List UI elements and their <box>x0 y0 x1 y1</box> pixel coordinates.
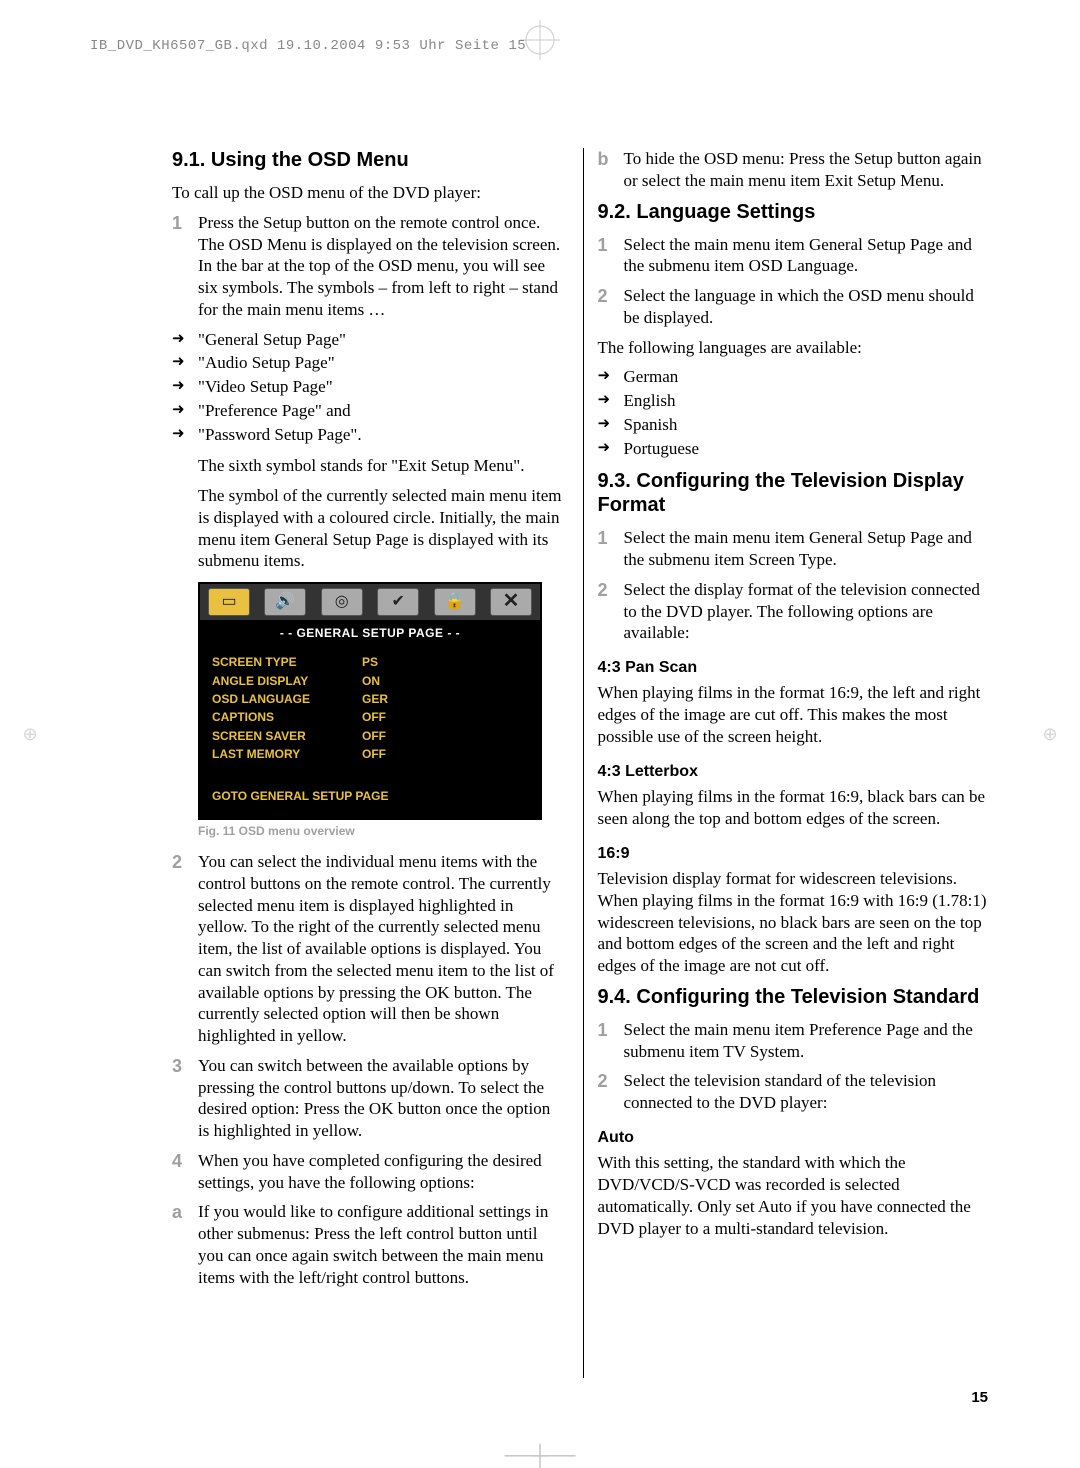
tv-step-2: 2 Select the display format of the telev… <box>598 579 991 644</box>
lang-step-2: 2 Select the language in which the OSD m… <box>598 285 991 329</box>
figure-caption: Fig. 11 OSD menu overview <box>198 824 565 839</box>
letterbox-text: When playing films in the format 16:9, b… <box>598 786 991 830</box>
tv-step-1: 1 Select the main menu item General Setu… <box>598 527 991 571</box>
heading-letterbox: 4:3 Letterbox <box>598 762 991 782</box>
osd-row: SCREEN TYPEPS <box>212 655 528 670</box>
audio-setup-icon: 🔊 <box>264 588 306 616</box>
osd-row: SCREEN SAVEROFF <box>212 729 528 744</box>
step-number: a <box>172 1201 198 1288</box>
arrow-icon: ➜ <box>598 366 624 388</box>
osd-row: LAST MEMORYOFF <box>212 747 528 762</box>
osd-row: ANGLE DISPLAYON <box>212 674 528 689</box>
symbol-note: The symbol of the currently selected mai… <box>198 485 565 572</box>
step-number: 1 <box>598 527 624 571</box>
heading-169: 16:9 <box>598 844 991 864</box>
step-b: b To hide the OSD menu: Press the Setup … <box>598 148 991 192</box>
arrow-icon: ➜ <box>172 400 198 422</box>
step-text: Select the language in which the OSD men… <box>624 285 991 329</box>
text-169: Television display format for widescreen… <box>598 868 991 977</box>
step-3: 3 You can switch between the available o… <box>172 1055 565 1142</box>
language-list: ➜German ➜English ➜Spanish ➜Portuguese <box>598 366 991 459</box>
step-number: 2 <box>172 851 198 1047</box>
arrow-icon: ➜ <box>172 424 198 446</box>
column-separator <box>583 148 584 1378</box>
step-number: 1 <box>172 212 198 321</box>
osd-menu-figure: ▭ 🔊 ◎ ✔ 🔒 ✕ - - GENERAL SETUP PAGE - - S… <box>198 582 542 820</box>
arrow-icon: ➜ <box>598 414 624 436</box>
bottom-crop-mark: ──┼── <box>505 1445 576 1468</box>
preference-icon: ✔ <box>377 588 419 616</box>
osd-body: SCREEN TYPEPS ANGLE DISPLAYON OSD LANGUA… <box>200 647 540 818</box>
osd-goto-line: GOTO GENERAL SETUP PAGE <box>212 789 528 804</box>
list-item: ➜Spanish <box>598 414 991 436</box>
std-step-1: 1 Select the main menu item Preference P… <box>598 1019 991 1063</box>
arrow-icon: ➜ <box>172 352 198 374</box>
heading-pan-scan: 4:3 Pan Scan <box>598 658 991 678</box>
step-number: b <box>598 148 624 192</box>
arrow-icon: ➜ <box>172 329 198 351</box>
step-number: 2 <box>598 285 624 329</box>
heading-9-1: 9.1. Using the OSD Menu <box>172 148 565 172</box>
step-number: 3 <box>172 1055 198 1142</box>
step-text: You can switch between the available opt… <box>198 1055 565 1142</box>
right-crop-mark: ⊕ <box>1035 714 1065 754</box>
list-item: ➜English <box>598 390 991 412</box>
left-crop-mark: ⊕ <box>15 714 45 754</box>
osd-icon-bar: ▭ 🔊 ◎ ✔ 🔒 ✕ <box>200 584 540 620</box>
list-item: ➜"Preference Page" and <box>172 400 565 422</box>
step-4: 4 When you have completed configuring th… <box>172 1150 565 1194</box>
heading-9-2: 9.2. Language Settings <box>598 200 991 224</box>
arrow-icon: ➜ <box>598 438 624 460</box>
osd-title: - - GENERAL SETUP PAGE - - <box>200 620 540 647</box>
menu-items-list: ➜"General Setup Page" ➜"Audio Setup Page… <box>172 329 565 446</box>
list-item: ➜"Audio Setup Page" <box>172 352 565 374</box>
step-text: Press the Setup button on the remote con… <box>198 212 565 321</box>
pan-scan-text: When playing films in the format 16:9, t… <box>598 682 991 747</box>
page-number: 15 <box>971 1389 988 1406</box>
step-1: 1 Press the Setup button on the remote c… <box>172 212 565 321</box>
heading-auto: Auto <box>598 1128 991 1148</box>
step-number: 1 <box>598 234 624 278</box>
osd-row: OSD LANGUAGEGER <box>212 692 528 707</box>
header-slug: IB_DVD_KH6507_GB.qxd 19.10.2004 9:53 Uhr… <box>90 38 526 54</box>
right-column: b To hide the OSD menu: Press the Setup … <box>598 148 991 1378</box>
step-a: a If you would like to configure additio… <box>172 1201 565 1288</box>
lang-step-1: 1 Select the main menu item General Setu… <box>598 234 991 278</box>
step-2: 2 You can select the individual menu ite… <box>172 851 565 1047</box>
languages-available-text: The following languages are available: <box>598 337 991 359</box>
sixth-symbol-note: The sixth symbol stands for "Exit Setup … <box>198 455 565 477</box>
left-column: 9.1. Using the OSD Menu To call up the O… <box>172 148 565 1378</box>
intro-text: To call up the OSD menu of the DVD playe… <box>172 182 565 204</box>
arrow-icon: ➜ <box>598 390 624 412</box>
list-item: ➜"General Setup Page" <box>172 329 565 351</box>
step-number: 2 <box>598 1070 624 1114</box>
heading-9-4: 9.4. Configuring the Television Standard <box>598 985 991 1009</box>
password-icon: 🔒 <box>434 588 476 616</box>
video-setup-icon: ◎ <box>321 588 363 616</box>
step-text: If you would like to configure additiona… <box>198 1201 565 1288</box>
arrow-icon: ➜ <box>172 376 198 398</box>
exit-icon: ✕ <box>490 588 532 616</box>
step-text: Select the television standard of the te… <box>624 1070 991 1114</box>
std-step-2: 2 Select the television standard of the … <box>598 1070 991 1114</box>
step-text: Select the display format of the televis… <box>624 579 991 644</box>
list-item: ➜German <box>598 366 991 388</box>
general-setup-icon: ▭ <box>208 588 250 616</box>
step-text: Select the main menu item General Setup … <box>624 527 991 571</box>
step-text: Select the main menu item Preference Pag… <box>624 1019 991 1063</box>
auto-text: With this setting, the standard with whi… <box>598 1152 991 1239</box>
step-number: 2 <box>598 579 624 644</box>
step-text: You can select the individual menu items… <box>198 851 565 1047</box>
step-number: 4 <box>172 1150 198 1194</box>
list-item: ➜"Password Setup Page". <box>172 424 565 446</box>
step-text: When you have completed configuring the … <box>198 1150 565 1194</box>
step-text: Select the main menu item General Setup … <box>624 234 991 278</box>
osd-row: CAPTIONSOFF <box>212 710 528 725</box>
step-number: 1 <box>598 1019 624 1063</box>
page-content: 9.1. Using the OSD Menu To call up the O… <box>172 148 990 1378</box>
heading-9-3: 9.3. Configuring the Television Display … <box>598 469 991 517</box>
list-item: ➜"Video Setup Page" <box>172 376 565 398</box>
step-text: To hide the OSD menu: Press the Setup bu… <box>624 148 991 192</box>
list-item: ➜Portuguese <box>598 438 991 460</box>
